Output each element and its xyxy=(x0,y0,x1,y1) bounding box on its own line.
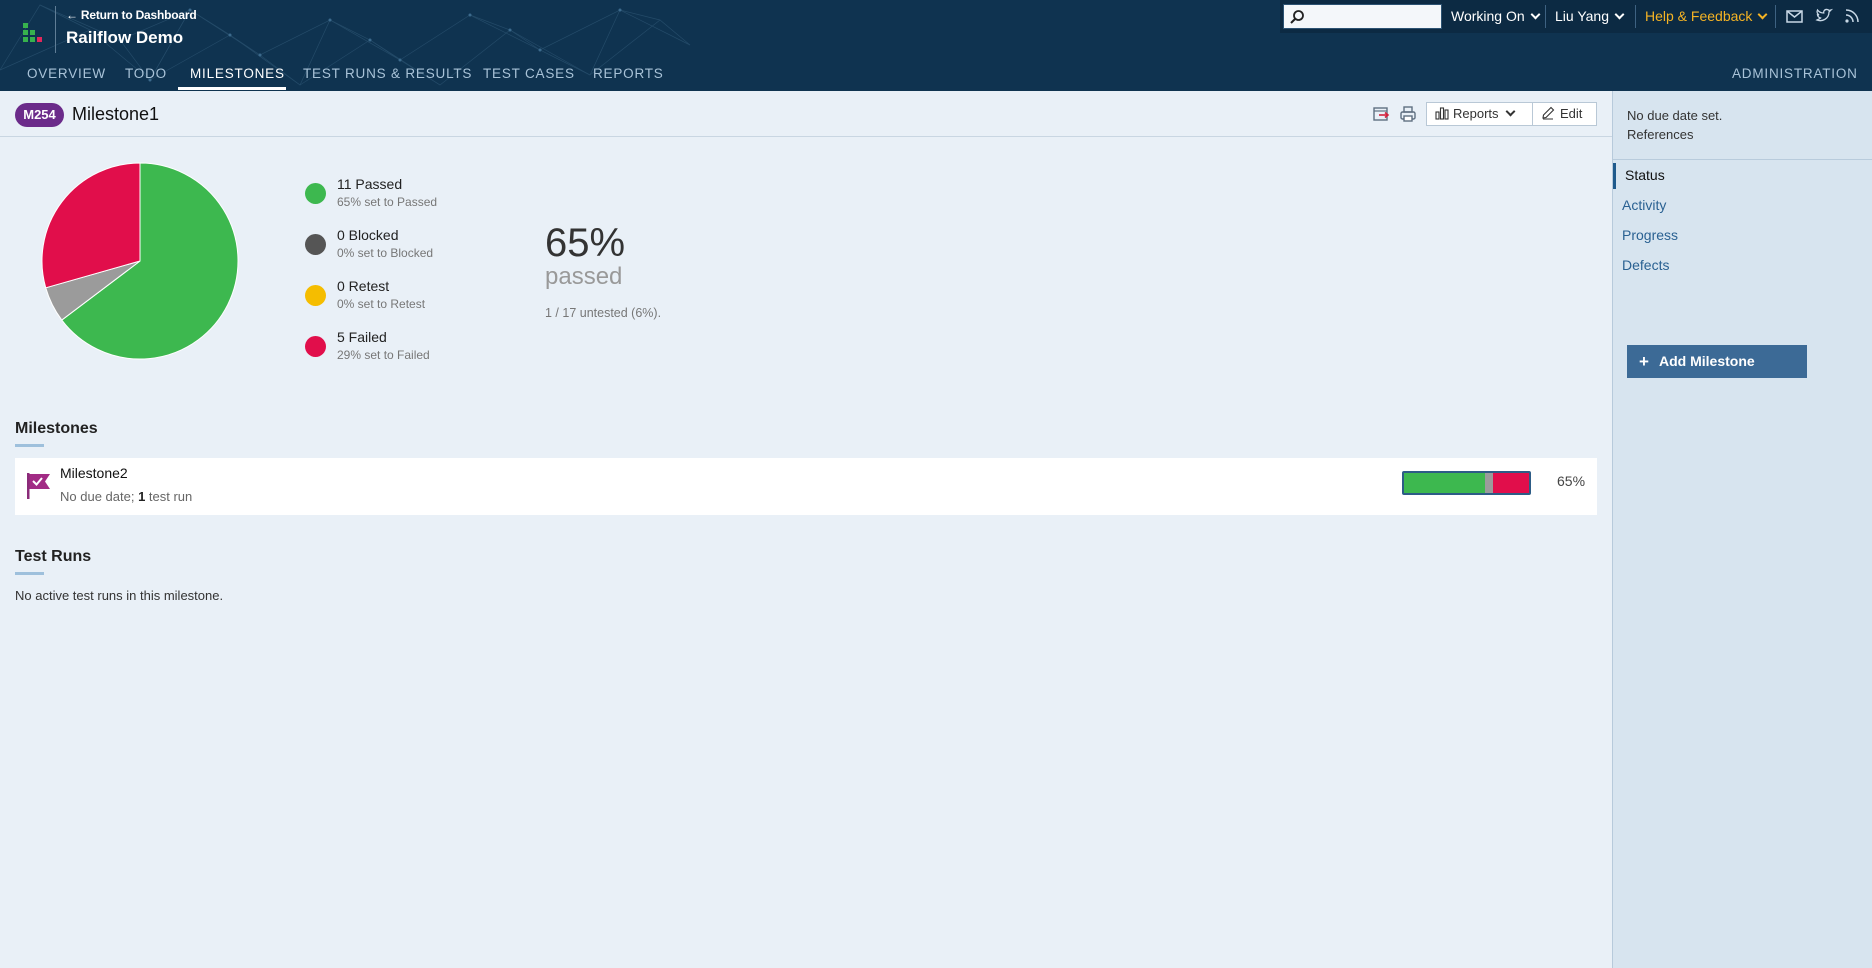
twitter-icon[interactable] xyxy=(1814,6,1834,26)
reports-dropdown-button[interactable]: Reports xyxy=(1426,102,1533,126)
chevron-down-icon xyxy=(1505,106,1515,117)
milestone-percent: 65% xyxy=(1557,473,1586,489)
tab-todo[interactable]: TODO xyxy=(125,66,167,81)
active-tab-indicator xyxy=(178,87,286,90)
right-sidebar: No due date set. References Status Activ… xyxy=(1612,91,1872,968)
retest-status-dot xyxy=(305,285,326,306)
section-underline xyxy=(15,444,44,447)
milestone-meta: No due date; 1 test run xyxy=(60,489,192,504)
project-title: Railflow Demo xyxy=(66,28,184,47)
return-to-dashboard-link[interactable]: ← Return to Dashboard xyxy=(66,8,197,22)
add-milestone-label: Add Milestone xyxy=(1659,353,1755,369)
passed-status-dot xyxy=(305,183,326,204)
milestones-section-title: Milestones xyxy=(15,420,98,437)
add-milestone-button[interactable]: + Add Milestone xyxy=(1627,345,1807,378)
topbar-divider xyxy=(1775,5,1776,28)
legend-blocked-sub: 0% set to Blocked xyxy=(337,246,434,260)
tab-test-cases[interactable]: TEST CASES xyxy=(483,66,575,81)
list-item[interactable]: Milestone2 No due date; 1 test run 65% xyxy=(15,458,1597,515)
milestone-header: M254 Milestone1 Reports Edit xyxy=(0,91,1612,137)
progress-failed-segment xyxy=(1492,473,1529,493)
tab-administration[interactable]: ADMINISTRATION xyxy=(1732,66,1858,81)
blocked-status-dot xyxy=(305,234,326,255)
reports-label: Reports xyxy=(1453,106,1499,121)
sidebar-item-progress[interactable]: Progress xyxy=(1622,227,1678,243)
tab-milestones[interactable]: MILESTONES xyxy=(190,66,285,81)
page-title: Milestone1 xyxy=(72,104,160,124)
working-on-dropdown[interactable]: Working On xyxy=(1451,8,1541,24)
main-nav: OVERVIEW TODO MILESTONES TEST RUNS & RES… xyxy=(0,63,1872,91)
passed-percentage: 65% xyxy=(545,221,626,265)
sidebar-divider xyxy=(1613,159,1872,160)
topbar-divider xyxy=(1545,5,1546,28)
pencil-icon xyxy=(1542,106,1555,120)
milestone-name-link[interactable]: Milestone2 xyxy=(60,465,128,481)
tab-reports[interactable]: REPORTS xyxy=(593,66,664,81)
progress-untested-segment xyxy=(1485,473,1493,493)
sidebar-item-status[interactable]: Status xyxy=(1625,167,1665,183)
milestone-id-badge: M254 xyxy=(15,103,64,127)
milestone-meta-prefix: No due date; xyxy=(60,489,139,504)
main-content: M254 Milestone1 Reports Edit 11 Passed 6… xyxy=(0,91,1612,968)
references-text: References xyxy=(1627,127,1694,142)
test-runs-section-title: Test Runs xyxy=(15,548,92,565)
legend-failed-label: 5 Failed xyxy=(337,329,387,345)
legend-passed-label: 11 Passed xyxy=(337,176,403,192)
legend-retest-sub: 0% set to Retest xyxy=(337,297,426,311)
header-divider xyxy=(55,6,56,53)
milestone-meta-suffix: test run xyxy=(145,489,193,504)
failed-status-dot xyxy=(305,336,326,357)
help-feedback-menu[interactable]: Help & Feedback xyxy=(1645,8,1768,24)
tab-overview[interactable]: OVERVIEW xyxy=(27,66,106,81)
legend-failed-sub: 29% set to Failed xyxy=(337,348,430,362)
empty-state-text: No active test runs in this milestone. xyxy=(15,588,224,603)
progress-passed-segment xyxy=(1404,473,1486,493)
legend-retest-label: 0 Retest xyxy=(337,278,390,294)
print-icon[interactable] xyxy=(1398,104,1418,124)
plus-icon: + xyxy=(1639,352,1649,371)
chevron-down-icon xyxy=(1530,9,1541,20)
mail-icon[interactable] xyxy=(1785,6,1805,26)
section-underline xyxy=(15,572,44,575)
testrail-logo-icon[interactable] xyxy=(20,23,42,45)
milestone-flag-icon xyxy=(27,473,50,499)
legend-passed-sub: 65% set to Passed xyxy=(337,195,438,209)
working-on-label: Working On xyxy=(1451,8,1525,24)
untested-summary: 1 / 17 untested (6%). xyxy=(545,306,662,320)
app-header: ← Return to Dashboard Railflow Demo Work… xyxy=(0,0,1872,91)
help-feedback-label: Help & Feedback xyxy=(1645,8,1753,24)
edit-label: Edit xyxy=(1560,106,1583,121)
passed-label: passed xyxy=(545,263,623,290)
user-name: Liu Yang xyxy=(1555,8,1609,24)
export-icon[interactable] xyxy=(1371,104,1391,124)
milestone-progress-bar xyxy=(1402,471,1531,495)
due-date-text: No due date set. xyxy=(1627,108,1723,123)
topbar-divider xyxy=(1635,5,1636,28)
active-link-indicator xyxy=(1613,163,1616,189)
search-icon xyxy=(1290,10,1304,24)
search-input[interactable] xyxy=(1283,4,1442,29)
legend-blocked-label: 0 Blocked xyxy=(337,227,399,243)
rss-icon[interactable] xyxy=(1842,6,1862,26)
status-pie-chart xyxy=(41,162,239,360)
edit-button[interactable]: Edit xyxy=(1532,102,1597,126)
chevron-down-icon xyxy=(1614,9,1625,20)
user-menu[interactable]: Liu Yang xyxy=(1555,8,1625,24)
bar-chart-icon xyxy=(1435,107,1449,120)
chevron-down-icon xyxy=(1757,9,1768,20)
tab-test-runs-results[interactable]: TEST RUNS & RESULTS xyxy=(303,66,472,81)
sidebar-item-activity[interactable]: Activity xyxy=(1622,197,1666,213)
sidebar-item-defects[interactable]: Defects xyxy=(1622,257,1669,273)
